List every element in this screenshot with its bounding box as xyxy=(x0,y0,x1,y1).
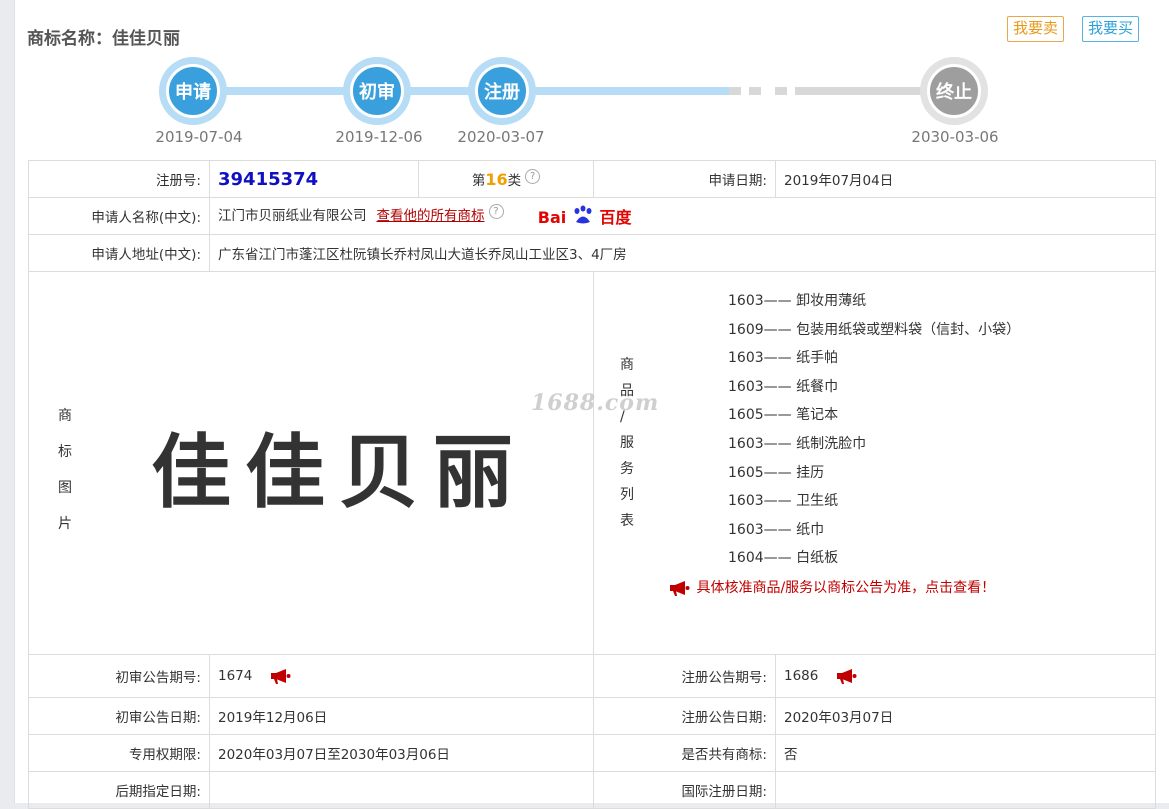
shared-value: 否 xyxy=(775,734,1156,772)
list-item: 1605—— 笔记本 xyxy=(728,407,839,424)
list-item: 1603—— 纸巾 xyxy=(728,521,825,538)
applicant-cell: 江门市贝丽纸业有限公司 查看他的所有商标? Bai 百度 xyxy=(209,197,1156,235)
mark-image-label-char: 图 xyxy=(58,480,72,496)
address-value: 广东省江门市蓬江区杜阮镇长乔村凤山大道长乔凤山工业区3、4厂房 xyxy=(209,234,1156,272)
timeline-step-apply: 申请 xyxy=(159,57,227,125)
table-row: 初审公告日期: 2019年12月06日 注册公告日期: 2020年03月07日 xyxy=(28,697,1156,735)
list-item: 1603—— 纸手帕 xyxy=(728,350,839,367)
page-title: 商标名称：佳佳贝丽 xyxy=(27,29,180,49)
help-icon[interactable]: ? xyxy=(488,204,504,219)
reg-no-value: 39415374 xyxy=(218,168,319,190)
timeline-step-register: 注册 xyxy=(468,57,536,125)
watermark: 1688.com xyxy=(531,390,660,416)
class-prefix: 第 xyxy=(471,173,486,189)
reg-notice-date-value: 2020年03月07日 xyxy=(775,697,1156,735)
timeline-step-prelim: 初审 xyxy=(343,57,411,125)
buy-button[interactable]: 我要买 xyxy=(1082,16,1140,42)
timeline-progress-line xyxy=(199,87,729,95)
prelim-no-label: 初审公告期号: xyxy=(28,654,210,698)
table-row: 专用权期限: 2020年03月07日至2030年03月06日 是否共有商标: 否 xyxy=(28,734,1156,772)
baidu-search-link[interactable]: Bai 百度 xyxy=(537,204,632,228)
mark-image-cell: 商 标 图 片 佳佳贝丽 xyxy=(28,271,594,655)
goods-note-text: 具体核准商品/服务以商标公告为准，点击查看！ xyxy=(696,579,996,596)
apply-date-label: 申请日期: xyxy=(593,160,776,198)
reg-notice-date-label: 注册公告日期: xyxy=(593,697,776,735)
baidu-paw-icon xyxy=(574,205,592,224)
mark-image-label-char: 商 xyxy=(58,408,72,424)
goods-cell: 商 品 / 服 务 列 表 1603—— 卸妆用薄纸 1609—— 包装用纸袋或… xyxy=(593,271,1156,655)
address-label: 申请人地址(中文): xyxy=(28,234,210,272)
applicant-value: 江门市贝丽纸业有限公司 xyxy=(218,208,367,224)
table-row: 申请人名称(中文): 江门市贝丽纸业有限公司 查看他的所有商标? Bai 百度 xyxy=(28,197,1156,235)
prelim-date-value: 2019年12月06日 xyxy=(209,697,594,735)
mark-image-label: 商 标 图 片 xyxy=(55,398,75,542)
megaphone-icon xyxy=(670,580,690,596)
table-row: 初审公告期号: 1674 注册公告期号: 1686 xyxy=(28,654,1156,698)
trademark-image: 佳佳贝丽 xyxy=(151,426,527,519)
prelim-no-cell: 1674 xyxy=(209,654,594,698)
apply-date-value: 2019年07月04日 xyxy=(775,160,1156,198)
list-item: 1603—— 纸餐巾 xyxy=(728,378,839,395)
timeline-date: 2019-12-06 xyxy=(335,128,423,146)
reg-notice-no-cell: 1686 xyxy=(775,654,1156,698)
table-row: 申请人地址(中文): 广东省江门市蓬江区杜阮镇长乔村凤山大道长乔凤山工业区3、4… xyxy=(28,234,1156,272)
class-suffix: 类 xyxy=(507,173,522,189)
megaphone-icon[interactable] xyxy=(269,668,293,684)
exclusive-label: 专用权期限: xyxy=(28,734,210,772)
trademark-panel: 商标名称：佳佳贝丽 我要卖 我要买 申请 初审 注册 终止 2019-07-04… xyxy=(14,0,1169,809)
timeline-dash xyxy=(775,87,787,95)
reg-notice-no-value: 1686 xyxy=(784,668,819,684)
list-item: 1604—— 白纸板 xyxy=(728,550,839,567)
baidu-logo-text-cn: 百度 xyxy=(599,208,632,227)
list-item: 1603—— 纸制洗脸巾 xyxy=(728,435,867,452)
megaphone-icon[interactable] xyxy=(835,668,859,684)
table-row: 注册号: 39415374 第16类? 申请日期: 2019年07月04日 xyxy=(28,160,1156,198)
reg-notice-no-label: 注册公告期号: xyxy=(593,654,776,698)
view-all-trademarks-link[interactable]: 查看他的所有商标 xyxy=(377,208,485,224)
reg-no-label: 注册号: xyxy=(28,160,210,198)
timeline-step-label: 申请 xyxy=(166,64,220,118)
timeline-dash xyxy=(749,87,761,95)
list-item: 1605—— 挂历 xyxy=(728,464,825,481)
mark-image-label-char: 片 xyxy=(58,516,72,532)
goods-note-link[interactable]: 具体核准商品/服务以商标公告为准，点击查看！ xyxy=(668,577,1020,597)
applicant-label: 申请人名称(中文): xyxy=(28,197,210,235)
list-item: 1609—— 包装用纸袋或塑料袋（信封、小袋） xyxy=(728,321,1021,338)
timeline-date: 2019-07-04 xyxy=(155,128,243,146)
goods-list: 1603—— 卸妆用薄纸 1609—— 包装用纸袋或塑料袋（信封、小袋） 160… xyxy=(594,287,1020,597)
exclusive-value: 2020年03月07日至2030年03月06日 xyxy=(209,734,594,772)
class-number: 16 xyxy=(485,170,508,189)
timeline-dash xyxy=(729,87,741,95)
mark-image-label-char: 标 xyxy=(58,444,72,460)
timeline-step-label: 注册 xyxy=(475,64,529,118)
help-icon[interactable]: ? xyxy=(525,169,541,184)
timeline-date: 2020-03-07 xyxy=(457,128,545,146)
timeline-step-label: 终止 xyxy=(927,64,981,118)
list-item: 1603—— 卫生纸 xyxy=(728,493,839,510)
list-item: 1603—— 卸妆用薄纸 xyxy=(728,293,867,309)
class-cell: 第16类? xyxy=(418,160,594,198)
timeline-step-label: 初审 xyxy=(350,64,404,118)
reg-no-cell: 39415374 xyxy=(209,160,419,198)
shared-label: 是否共有商标: xyxy=(593,734,776,772)
prelim-no-value: 1674 xyxy=(218,668,253,684)
timeline-step-terminate: 终止 xyxy=(920,57,988,125)
table-row: 商 标 图 片 佳佳贝丽 商 品 / 服 务 列 表 1603—— 卸妆用薄纸 … xyxy=(28,271,1156,655)
prelim-date-label: 初审公告日期: xyxy=(28,697,210,735)
baidu-logo-text: Bai xyxy=(537,208,567,227)
trademark-info-table: 注册号: 39415374 第16类? 申请日期: 2019年07月04日 申请… xyxy=(28,160,1156,809)
timeline-date: 2030-03-06 xyxy=(911,128,999,146)
sell-button[interactable]: 我要卖 xyxy=(1007,16,1065,42)
